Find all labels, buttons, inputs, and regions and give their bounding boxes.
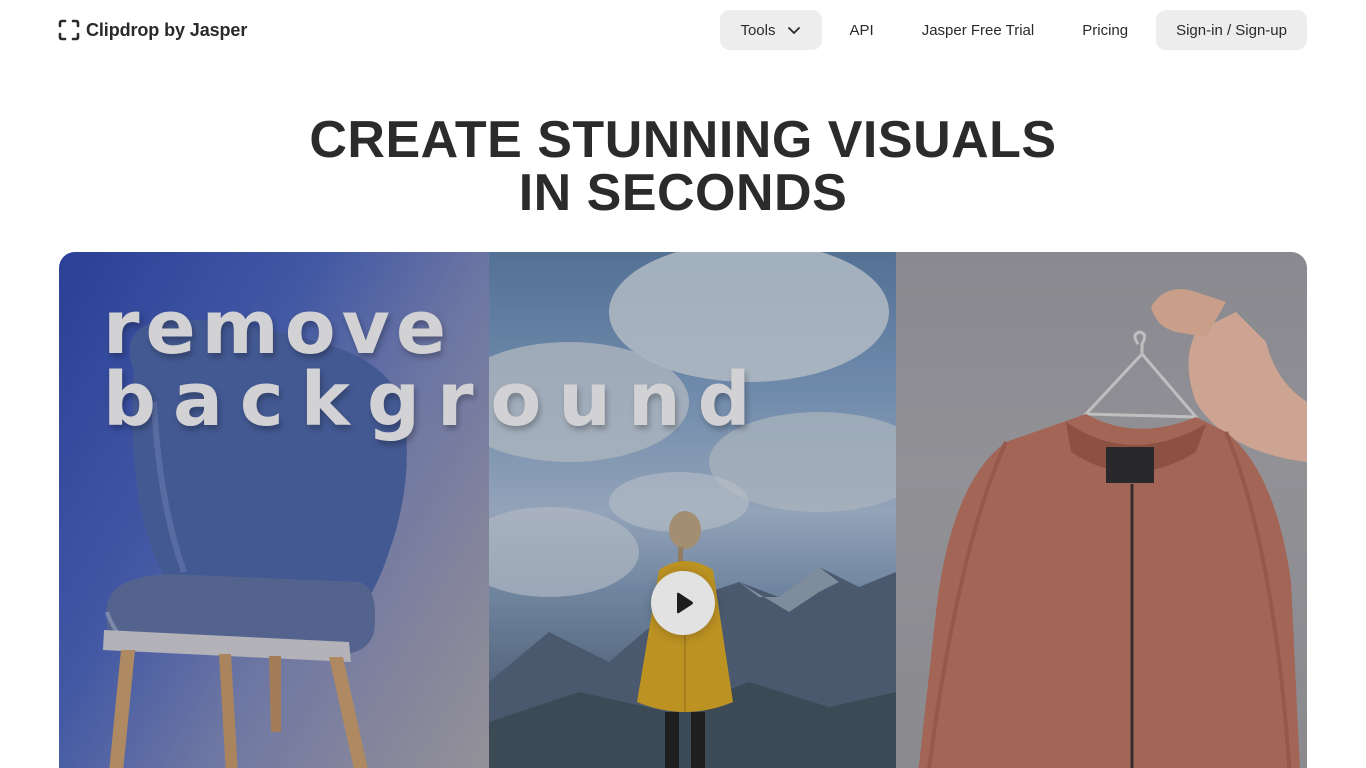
video-panel-jacket	[896, 252, 1307, 768]
clipdrop-logo-icon	[58, 19, 80, 41]
play-icon	[677, 592, 693, 614]
tools-label: Tools	[740, 21, 776, 39]
hero-title: CREATE STUNNING VISUALS IN SECONDS	[0, 114, 1366, 220]
nav-links: Tools API Jasper Free Trial Pricing Sign…	[720, 10, 1307, 50]
jacket-image	[918, 289, 1307, 768]
logo-text: Clipdrop by Jasper	[86, 19, 248, 40]
hero-title-line1: CREATE STUNNING VISUALS	[309, 111, 1057, 169]
top-navigation: Clipdrop by Jasper Tools API Jasper Free…	[0, 0, 1366, 60]
overlay-word-remove: remove	[103, 285, 453, 371]
overlay-word-background: background	[103, 357, 768, 443]
tools-menu-button[interactable]: Tools	[720, 10, 822, 50]
api-link[interactable]: API	[836, 10, 888, 50]
sign-in-button[interactable]: Sign-in / Sign-up	[1156, 10, 1307, 50]
jasper-free-trial-link[interactable]: Jasper Free Trial	[908, 10, 1049, 50]
hero-video[interactable]: remove background	[59, 252, 1307, 768]
chevron-down-icon	[787, 27, 800, 34]
pricing-link[interactable]: Pricing	[1068, 10, 1142, 50]
hero-title-line2: IN SECONDS	[518, 164, 848, 222]
remove-background-overlay-text: remove background	[103, 285, 768, 443]
play-button[interactable]	[651, 571, 715, 635]
logo-link[interactable]: Clipdrop by Jasper	[58, 18, 247, 42]
